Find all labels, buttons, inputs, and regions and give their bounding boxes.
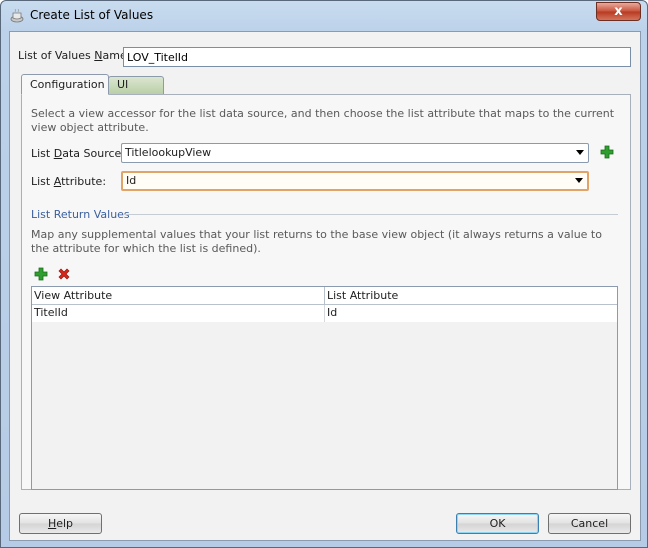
lov-name-label: List of Values Name: [18, 49, 131, 62]
chevron-down-icon [576, 150, 584, 155]
return-values-header: List Return Values [31, 208, 130, 221]
title-bar[interactable]: Create List of Values x [1, 1, 647, 31]
return-values-table: View Attribute List Attribute TitelId Id [31, 286, 618, 490]
list-attribute-select[interactable]: Id [121, 171, 589, 191]
return-values-description: Map any supplemental values that your li… [31, 228, 602, 255]
section-divider [124, 214, 618, 215]
tab-ui-hints[interactable]: UI Hints [108, 76, 164, 107]
close-icon: x [614, 4, 623, 19]
data-source-label: List Data Source: [31, 147, 125, 160]
tab-configuration-label: Configuration [30, 78, 105, 91]
lov-name-input[interactable] [123, 47, 631, 67]
dialog-content: List of Values Name: Configuration UI Hi… [9, 31, 641, 541]
data-source-value: TitlelookupView [125, 146, 212, 159]
data-source-select[interactable]: TitlelookupView [121, 143, 589, 163]
table-cell[interactable]: TitelId [32, 305, 325, 322]
add-icon[interactable] [600, 145, 614, 159]
configuration-description: Select a view accessor for the list data… [31, 107, 615, 134]
list-attribute-value: Id [126, 174, 137, 187]
table-cell[interactable]: Id [325, 305, 617, 322]
help-button[interactable]: Help [19, 513, 102, 534]
cancel-button[interactable]: Cancel [548, 513, 631, 534]
dialog-window: Create List of Values x List of Values N… [0, 0, 648, 548]
tab-configuration[interactable]: Configuration [21, 74, 109, 95]
close-button[interactable]: x [596, 2, 641, 21]
add-icon[interactable] [34, 267, 48, 281]
window-title: Create List of Values [30, 8, 154, 22]
column-header-view-attribute[interactable]: View Attribute [32, 287, 325, 305]
ok-button[interactable]: OK [456, 513, 539, 534]
chevron-down-icon [575, 178, 583, 183]
list-attribute-label: List Attribute: [31, 175, 107, 188]
coffee-cup-icon [10, 9, 24, 23]
configuration-panel: Select a view accessor for the list data… [21, 94, 631, 490]
delete-icon[interactable] [57, 267, 71, 281]
column-header-list-attribute[interactable]: List Attribute [325, 287, 617, 305]
